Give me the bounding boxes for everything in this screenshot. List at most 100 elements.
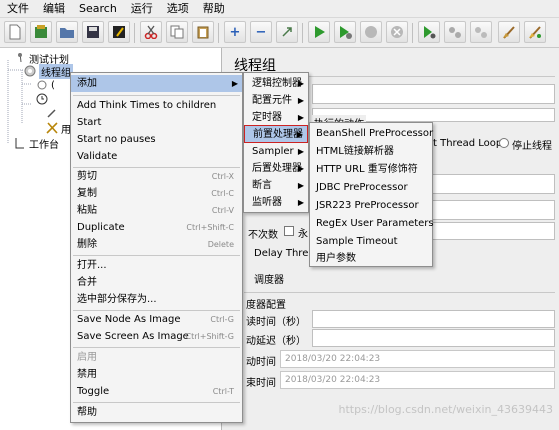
submenu-pre-processors[interactable]: 前置处理器 ▶ <box>244 125 308 143</box>
menu-add-think-times[interactable]: Add Think Times to children <box>71 97 242 114</box>
forever-checkbox[interactable] <box>284 226 294 236</box>
tree-node-thread-group[interactable]: 线程组 <box>24 63 73 79</box>
menu-save-node-image[interactable]: Save Node As Image Ctrl-G <box>71 311 242 328</box>
duration-label: 读时间（秒） <box>246 317 306 328</box>
expand-plus-icon[interactable]: + <box>224 21 246 43</box>
open-folder-icon[interactable] <box>56 21 78 43</box>
menu-separator <box>73 255 240 256</box>
sampler-icon <box>36 79 48 91</box>
menu-run[interactable]: 运行 <box>124 0 160 18</box>
pre-html-link-parser[interactable]: HTML链接解析器 <box>310 143 432 160</box>
remote-shutdown-icon[interactable] <box>470 21 492 43</box>
tree-node-workbench[interactable]: 工作台 <box>14 136 59 151</box>
start-time-field[interactable]: 2018/03/20 22:04:23 <box>280 350 555 368</box>
pre-regex-user-params[interactable]: RegEx User Parameters <box>310 215 434 232</box>
pre-beanshell[interactable]: BeanShell PreProcessor <box>310 125 433 142</box>
menu-edit[interactable]: 编辑 <box>36 0 72 18</box>
menu-save-screen-image[interactable]: Save Screen As Image Ctrl+Shift-G <box>71 328 242 345</box>
startup-delay-field[interactable] <box>312 329 555 347</box>
menu-disable[interactable]: 禁用 <box>71 366 242 383</box>
stop-thread-label: 停止线程 <box>512 141 552 152</box>
pre-jdbc[interactable]: JDBC PreProcessor <box>310 179 432 196</box>
copy-icon[interactable] <box>166 21 188 43</box>
menu-toggle[interactable]: Toggle Ctrl-T <box>71 383 242 400</box>
pre-jsr223[interactable]: JSR223 PreProcessor <box>310 197 432 214</box>
toolbar-separator <box>218 23 219 43</box>
menu-options[interactable]: 选项 <box>160 0 196 18</box>
forever-label: 永 <box>298 229 308 240</box>
cut-icon[interactable] <box>140 21 162 43</box>
menu-duplicate[interactable]: Duplicate Ctrl+Shift-C <box>71 219 242 236</box>
submenu-timer[interactable]: 定时器 ▶ <box>244 109 308 126</box>
delay-thread-label[interactable]: Delay Threa <box>254 248 314 259</box>
run-no-pause-icon[interactable] <box>334 21 356 43</box>
menu-separator <box>73 95 240 96</box>
menu-cut[interactable]: 剪切 Ctrl-X <box>71 168 242 185</box>
clear-all-icon[interactable] <box>524 21 546 43</box>
tree-node-child[interactable]: 用 <box>46 121 71 136</box>
menu-save-selection[interactable]: 选中部分保存为... <box>71 291 242 308</box>
duration-field[interactable] <box>312 310 555 328</box>
menu-enable: 启用 <box>77 352 97 363</box>
remote-start-icon[interactable] <box>418 21 440 43</box>
menu-copy[interactable]: 复制 Ctrl-C <box>71 185 242 202</box>
paste-icon[interactable] <box>192 21 214 43</box>
menu-merge[interactable]: 合并 <box>71 274 242 291</box>
toolbar-separator <box>302 23 303 43</box>
collapse-minus-icon[interactable]: − <box>250 21 272 43</box>
tree-node-label: 工作台 <box>29 139 59 151</box>
tree-node-child[interactable] <box>36 92 51 106</box>
scheduler-checkbox-label[interactable]: 调度器 <box>254 271 284 286</box>
pre-sample-timeout[interactable]: Sample Timeout <box>310 233 432 250</box>
menu-add[interactable]: 添加 ▶ <box>71 75 242 92</box>
menu-paste[interactable]: 粘贴 Ctrl-V <box>71 202 242 219</box>
menu-validate[interactable]: Validate <box>71 148 242 165</box>
submenu-sampler[interactable]: Sampler ▶ <box>244 143 308 160</box>
remote-stop-icon[interactable] <box>444 21 466 43</box>
menu-search[interactable]: Search <box>72 0 124 18</box>
menu-open[interactable]: 打开... <box>71 257 242 274</box>
save-icon[interactable] <box>82 21 104 43</box>
start-next-loop-option[interactable]: t Thread Loop <box>433 138 502 149</box>
toggle-icon[interactable] <box>276 21 298 43</box>
menu-file[interactable]: 文件 <box>0 0 36 18</box>
clear-icon[interactable] <box>498 21 520 43</box>
submenu-listener[interactable]: 监听器 ▶ <box>244 194 308 211</box>
menu-start-no-pauses[interactable]: Start no pauses <box>71 131 242 148</box>
watermark: https://blog.csdn.net/weixin_43639443 <box>338 403 553 416</box>
menu-bar: 文件 编辑 Search 运行 选项 帮助 <box>0 0 559 18</box>
tools-icon <box>46 122 58 134</box>
tree-node-child[interactable] <box>46 106 61 120</box>
end-time-label: 束时间 <box>246 378 276 389</box>
stop-thread-radio[interactable] <box>499 138 509 148</box>
new-file-icon[interactable] <box>4 21 26 43</box>
context-menu: 添加 ▶ Add Think Times to children Start St… <box>70 72 243 423</box>
pre-http-url-rewriter[interactable]: HTTP URL 重写修饰符 <box>310 161 432 178</box>
submenu-config-element[interactable]: 配置元件 ▶ <box>244 92 308 109</box>
startup-delay-label: 动延迟（秒） <box>246 336 306 347</box>
run-icon[interactable] <box>308 21 330 43</box>
pre-processors-submenu: BeanShell PreProcessor HTML链接解析器 HTTP UR… <box>309 122 434 267</box>
toolbar-separator <box>412 23 413 43</box>
gear-icon <box>24 65 36 77</box>
submenu-assertions[interactable]: 断言 ▶ <box>244 177 308 194</box>
pre-user-parameters[interactable]: 用户参数 <box>310 250 432 267</box>
menu-delete[interactable]: 删除 Delete <box>71 236 242 253</box>
pencil-icon <box>46 107 58 119</box>
shutdown-icon[interactable] <box>386 21 408 43</box>
name-field[interactable] <box>312 84 555 104</box>
menu-separator <box>73 347 240 348</box>
menu-start[interactable]: Start <box>71 114 242 131</box>
save-as-icon[interactable] <box>108 21 130 43</box>
templates-icon[interactable] <box>30 21 52 43</box>
menu-help[interactable]: 帮助 <box>71 404 242 421</box>
submenu-post-processors[interactable]: 后置处理器 ▶ <box>244 160 308 177</box>
stop-icon[interactable] <box>360 21 382 43</box>
tree-node-child[interactable]: ( <box>36 78 55 92</box>
workbench-icon <box>14 137 26 149</box>
tree-node-label: 线程组 <box>39 63 73 79</box>
tree-node-label: ( <box>51 79 55 91</box>
end-time-field[interactable]: 2018/03/20 22:04:23 <box>280 371 555 389</box>
submenu-logic-controller[interactable]: 逻辑控制器 ▶ <box>244 75 308 92</box>
menu-help[interactable]: 帮助 <box>196 0 232 18</box>
